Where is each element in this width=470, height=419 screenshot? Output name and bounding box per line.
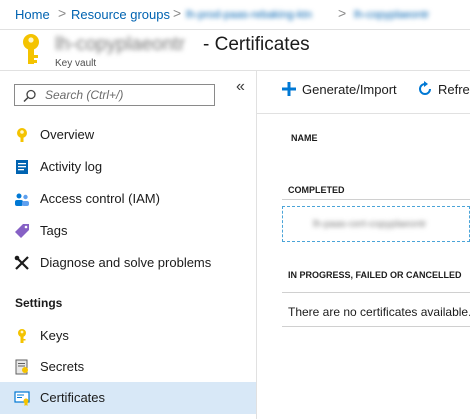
group-divider (282, 326, 470, 327)
plus-icon (281, 81, 297, 102)
sidebar-item-label: Secrets (40, 359, 85, 374)
key-icon (14, 328, 30, 344)
page-header: lh-copyplaeontr - Certificates Key vault (0, 30, 470, 70)
breadcrumb-key-vault[interactable]: lh-copyplaeontr (354, 9, 429, 21)
sidebar-item-label: Tags (40, 223, 68, 238)
certificate-row[interactable]: lh-paas-cert-copyplaeontr (282, 206, 470, 242)
activity-log-icon (14, 159, 30, 175)
generate-import-button[interactable]: Generate/Import (281, 80, 411, 100)
search-input[interactable]: Search (Ctrl+/) (14, 84, 215, 106)
resource-type: Key vault (55, 58, 97, 69)
sidebar-item-label: Activity log (40, 159, 103, 174)
wrench-icon (14, 255, 30, 271)
search-icon (23, 89, 37, 108)
name-column-header[interactable]: NAME (291, 133, 318, 143)
sidebar-item-diagnose[interactable]: Diagnose and solve problems (0, 247, 256, 279)
sidebar-item-label: Diagnose and solve problems (40, 255, 212, 270)
iam-icon (14, 191, 30, 207)
title-dash: - (203, 34, 210, 55)
settings-section-label: Settings (15, 296, 63, 310)
sidebar-item-certificates[interactable]: Certificates (0, 382, 256, 414)
search-placeholder: Search (Ctrl+/) (45, 88, 124, 102)
breadcrumb-resource-groups[interactable]: Resource groups (71, 7, 170, 22)
breadcrumb: Home > Resource groups > lh-prod-paas-re… (0, 0, 470, 30)
generate-import-label: Generate/Import (302, 82, 397, 97)
collapse-sidebar-button[interactable]: « (236, 78, 245, 96)
sidebar-item-activity-log[interactable]: Activity log (0, 151, 256, 183)
empty-message: There are no certificates available. (288, 305, 470, 319)
breadcrumb-separator: > (338, 5, 347, 21)
sidebar-item-label: Keys (40, 328, 69, 343)
certificate-icon (14, 390, 30, 406)
group-divider (282, 199, 470, 200)
breadcrumb-resource-group[interactable]: lh-prod-paas-rebaking-ktn (186, 9, 312, 21)
refresh-button[interactable]: Refre (417, 80, 470, 100)
breadcrumb-separator: > (58, 5, 67, 21)
refresh-label: Refre (438, 82, 470, 97)
key-vault-icon (18, 33, 44, 72)
tag-icon (14, 223, 30, 239)
secret-icon (14, 359, 30, 375)
header-divider (0, 70, 470, 71)
sidebar-item-access-control[interactable]: Access control (IAM) (0, 183, 256, 215)
sidebar-item-tags[interactable]: Tags (0, 215, 256, 247)
page-title: - Certificates (203, 34, 310, 56)
resource-name: lh-copyplaeontr (55, 34, 185, 55)
sidebar-divider (256, 71, 257, 419)
certificate-name: lh-paas-cert-copyplaeontr (313, 219, 427, 230)
sidebar-item-label: Access control (IAM) (40, 191, 160, 206)
completed-group-label: COMPLETED (288, 185, 345, 195)
in-progress-group-label: IN PROGRESS, FAILED OR CANCELLED (288, 270, 462, 280)
sidebar-item-secrets[interactable]: Secrets (0, 351, 256, 383)
overview-icon (14, 127, 30, 143)
refresh-icon (417, 81, 433, 100)
page-title-text: Certificates (214, 34, 310, 55)
sidebar-item-label: Certificates (40, 390, 106, 405)
group-divider (282, 292, 470, 293)
sidebar-item-label: Overview (40, 127, 95, 142)
sidebar-item-keys[interactable]: Keys (0, 320, 256, 352)
breadcrumb-separator: > (173, 5, 182, 21)
command-bar-divider (257, 113, 470, 114)
breadcrumb-home[interactable]: Home (15, 7, 50, 22)
sidebar-item-overview[interactable]: Overview (0, 119, 256, 151)
